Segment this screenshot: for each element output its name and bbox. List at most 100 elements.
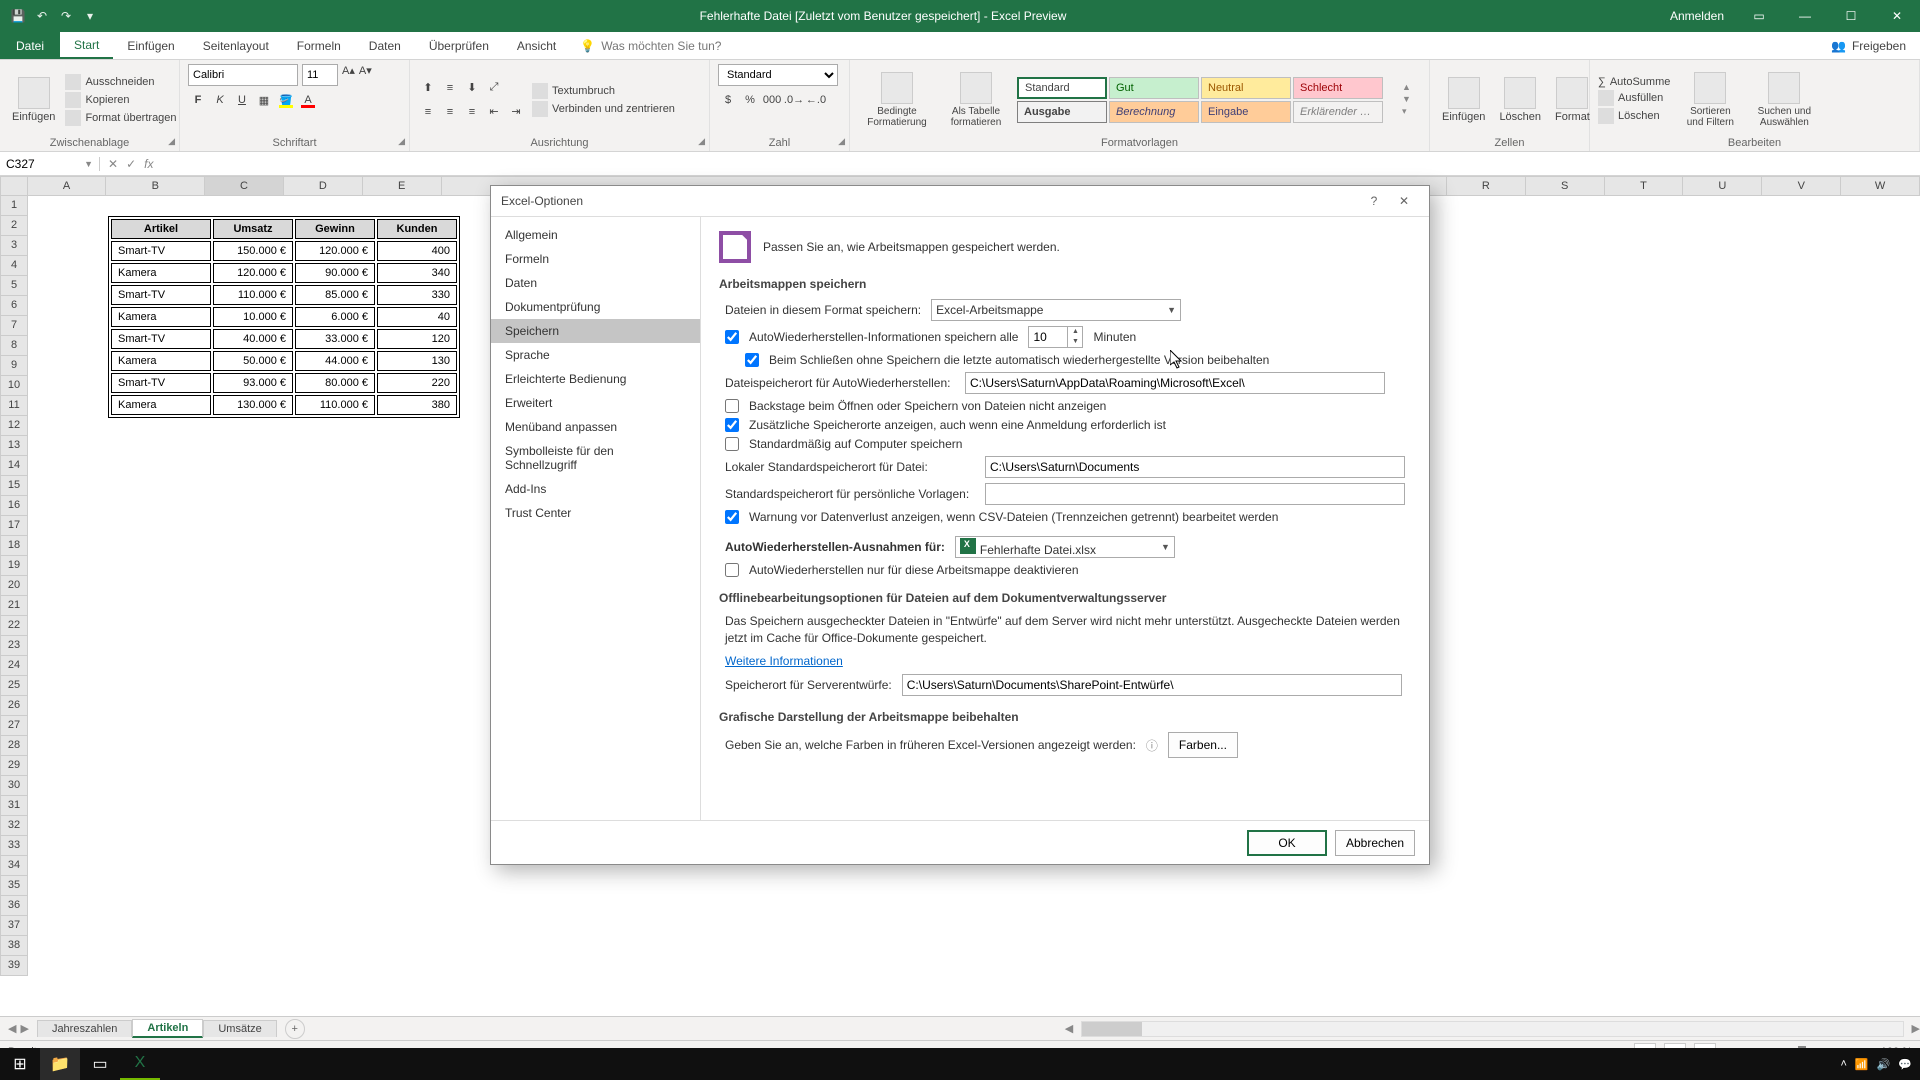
row-header[interactable]: 20 [0, 576, 28, 596]
dialog-launcher-icon[interactable]: ◢ [838, 136, 845, 147]
table-cell[interactable]: Smart-TV [111, 285, 211, 305]
nav-advanced[interactable]: Erweitert [491, 391, 700, 415]
network-icon[interactable]: 📶 [1855, 1058, 1869, 1071]
tray-up-icon[interactable]: ˄ [1840, 1058, 1846, 1070]
tab-data[interactable]: Daten [355, 32, 415, 59]
cell-style-gut[interactable]: Gut [1109, 77, 1199, 99]
col-header[interactable]: E [363, 176, 442, 196]
row-header[interactable]: 38 [0, 936, 28, 956]
border-button[interactable]: ▦ [254, 90, 274, 110]
tab-formulas[interactable]: Formeln [283, 32, 355, 59]
decrease-font-icon[interactable]: A▾ [359, 64, 372, 86]
table-cell[interactable]: 44.000 € [295, 351, 375, 371]
login-button[interactable]: Anmelden [1658, 9, 1736, 23]
autorecover-path-input[interactable] [965, 372, 1385, 394]
percent-icon[interactable]: % [740, 90, 760, 110]
comma-icon[interactable]: 000 [762, 90, 782, 110]
colors-button[interactable]: Farben... [1168, 732, 1238, 758]
table-cell[interactable]: 120 [377, 329, 457, 349]
cell-style-berechnung[interactable]: Berechnung [1109, 101, 1199, 123]
row-header[interactable]: 27 [0, 716, 28, 736]
nav-formulas[interactable]: Formeln [491, 247, 700, 271]
sheet-tab[interactable]: Umsätze [203, 1020, 276, 1037]
align-center-icon[interactable]: ≡ [440, 102, 460, 122]
copy-button[interactable]: Kopieren [65, 92, 176, 108]
row-header[interactable]: 39 [0, 956, 28, 976]
file-tab[interactable]: Datei [0, 32, 60, 59]
table-cell[interactable]: 10.000 € [213, 307, 293, 327]
table-cell[interactable]: Kamera [111, 307, 211, 327]
maximize-icon[interactable]: ☐ [1828, 0, 1874, 32]
qat-customize-icon[interactable]: ▾ [80, 6, 100, 26]
ok-button[interactable]: OK [1247, 830, 1327, 856]
clear-button[interactable]: Löschen [1598, 108, 1670, 124]
chevron-down-icon[interactable]: ▼ [84, 159, 93, 169]
align-top-icon[interactable]: ⬆ [418, 78, 438, 98]
scroll-right-icon[interactable]: ▶ [1912, 1022, 1920, 1035]
table-cell[interactable]: 130.000 € [213, 395, 293, 415]
nav-proofing[interactable]: Dokumentprüfung [491, 295, 700, 319]
tab-review[interactable]: Überprüfen [415, 32, 503, 59]
orientation-icon[interactable]: ⤢ [484, 78, 504, 98]
gallery-more-icon[interactable]: ▾ [1402, 106, 1411, 117]
scroll-left-icon[interactable]: ◀ [1065, 1022, 1073, 1035]
spin-up-icon[interactable]: ▲ [1068, 327, 1082, 337]
table-cell[interactable]: Smart-TV [111, 373, 211, 393]
row-header[interactable]: 21 [0, 596, 28, 616]
nav-language[interactable]: Sprache [491, 343, 700, 367]
table-cell[interactable]: 400 [377, 241, 457, 261]
row-header[interactable]: 25 [0, 676, 28, 696]
cell-style-standard[interactable]: Standard [1017, 77, 1107, 99]
currency-icon[interactable]: $ [718, 90, 738, 110]
sheet-tab[interactable]: Artikeln [132, 1019, 203, 1038]
font-color-button[interactable]: A [298, 90, 318, 110]
drafts-path-input[interactable] [902, 674, 1402, 696]
decrease-indent-icon[interactable]: ⇤ [484, 102, 504, 122]
spin-down-icon[interactable]: ▼ [1068, 337, 1082, 347]
align-middle-icon[interactable]: ≡ [440, 78, 460, 98]
row-header[interactable]: 3 [0, 236, 28, 256]
table-cell[interactable]: 6.000 € [295, 307, 375, 327]
table-cell[interactable]: 50.000 € [213, 351, 293, 371]
col-header[interactable]: U [1683, 176, 1762, 196]
notifications-icon[interactable]: 💬 [1898, 1058, 1912, 1071]
row-header[interactable]: 23 [0, 636, 28, 656]
row-header[interactable]: 17 [0, 516, 28, 536]
row-header[interactable]: 32 [0, 816, 28, 836]
row-header[interactable]: 33 [0, 836, 28, 856]
font-size-select[interactable] [302, 64, 338, 86]
cell-style-neutral[interactable]: Neutral [1201, 77, 1291, 99]
gallery-up-icon[interactable]: ▲ [1402, 82, 1411, 92]
row-header[interactable]: 4 [0, 256, 28, 276]
wrap-text-button[interactable]: Textumbruch [532, 83, 675, 99]
redo-icon[interactable]: ↷ [56, 6, 76, 26]
row-header[interactable]: 1 [0, 196, 28, 216]
row-header[interactable]: 26 [0, 696, 28, 716]
autorecover-checkbox[interactable] [725, 330, 739, 344]
horizontal-scrollbar[interactable] [1081, 1021, 1903, 1037]
table-cell[interactable]: 130 [377, 351, 457, 371]
help-button[interactable]: ? [1359, 187, 1389, 215]
ribbon-options-icon[interactable]: ▭ [1736, 0, 1782, 32]
exceptions-workbook-select[interactable]: Fehlerhafte Datei.xlsx ▼ [955, 536, 1175, 558]
no-backstage-checkbox[interactable] [725, 399, 739, 413]
row-header[interactable]: 11 [0, 396, 28, 416]
keep-last-version-checkbox[interactable] [745, 353, 759, 367]
start-button[interactable]: ⊞ [0, 1048, 40, 1080]
insert-cells-button[interactable]: Einfügen [1438, 75, 1489, 125]
table-cell[interactable]: Smart-TV [111, 329, 211, 349]
underline-button[interactable]: U [232, 90, 252, 110]
cancel-button[interactable]: Abbrechen [1335, 830, 1415, 856]
nav-addins[interactable]: Add-Ins [491, 477, 700, 501]
dialog-launcher-icon[interactable]: ◢ [168, 136, 175, 147]
csv-warning-checkbox[interactable] [725, 510, 739, 524]
sheet-tab[interactable]: Jahreszahlen [37, 1020, 132, 1037]
app-icon[interactable]: ▭ [80, 1048, 120, 1080]
nav-data[interactable]: Daten [491, 271, 700, 295]
table-cell[interactable]: 340 [377, 263, 457, 283]
col-header[interactable]: D [284, 176, 363, 196]
row-header[interactable]: 22 [0, 616, 28, 636]
tab-layout[interactable]: Seitenlayout [189, 32, 283, 59]
gallery-down-icon[interactable]: ▼ [1402, 94, 1411, 104]
nav-save[interactable]: Speichern [491, 319, 700, 343]
